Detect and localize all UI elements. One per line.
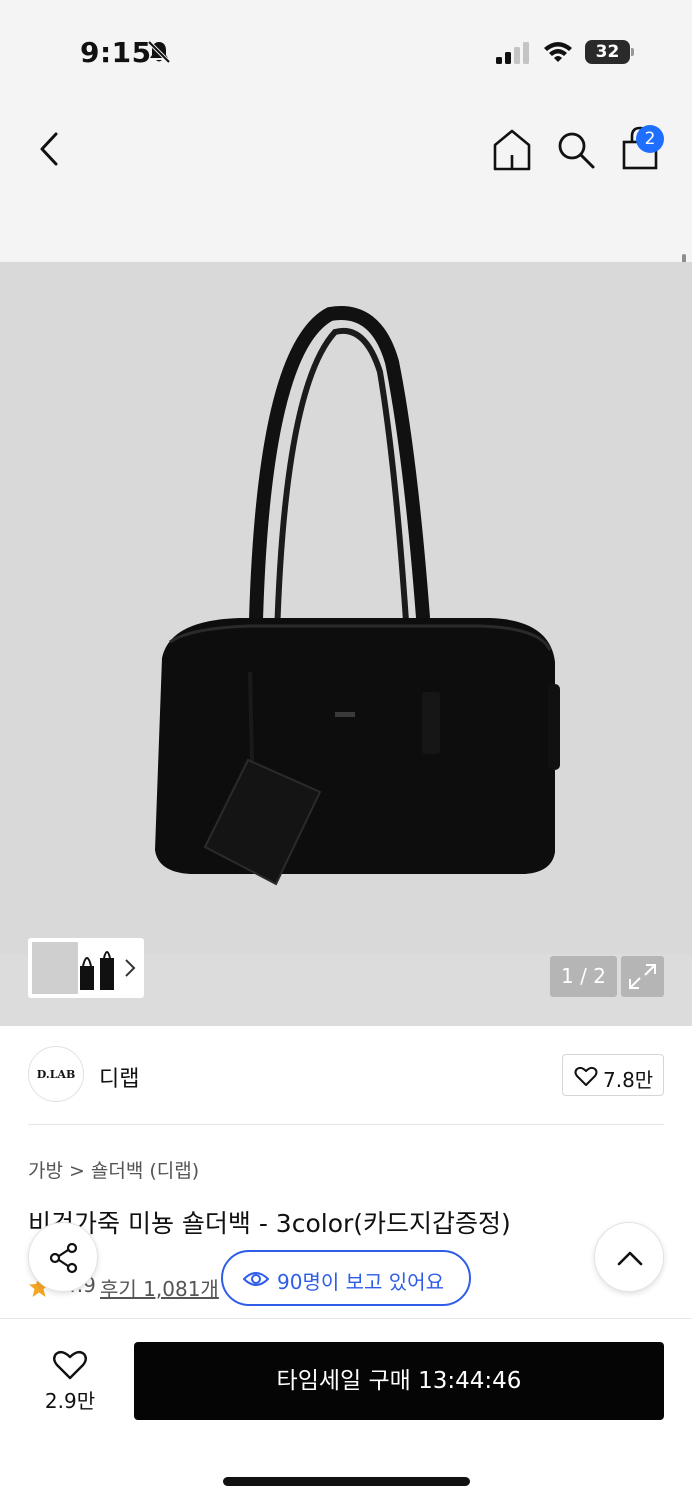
image-counter: 1 / 2 (550, 956, 617, 997)
battery-icon: 32 (585, 40, 635, 64)
status-bar: 9:15 32 (0, 0, 692, 100)
back-icon[interactable] (34, 130, 66, 168)
battery-level: 32 (585, 40, 630, 64)
wifi-icon (544, 42, 572, 62)
home-icon[interactable] (492, 128, 532, 172)
product-title: 비건가죽 미뇽 숄더백 - 3color(카드지갑증정) (28, 1209, 511, 1238)
share-button[interactable] (28, 1222, 98, 1292)
breadcrumb-separator: > (68, 1160, 85, 1182)
thumbnail-strip[interactable] (28, 938, 144, 998)
review-link[interactable]: 후기 1,081개 (100, 1273, 219, 1302)
divider (28, 1124, 664, 1125)
chevron-up-icon (617, 1251, 643, 1266)
product-image-gallery[interactable]: 1 / 2 (0, 262, 692, 1026)
brand-logo[interactable]: D.LAB (28, 1046, 84, 1102)
thumbnail-2[interactable] (80, 946, 116, 990)
eye-icon (243, 1272, 269, 1286)
search-icon[interactable] (556, 130, 596, 170)
brand-like-count: 7.8만 (603, 1068, 654, 1092)
signal-icon (496, 42, 529, 64)
brand-like-button[interactable]: 7.8만 (562, 1054, 664, 1096)
product-image (155, 306, 560, 886)
heart-icon[interactable] (52, 1349, 88, 1381)
share-icon (49, 1242, 78, 1274)
heart-icon (574, 1066, 598, 1086)
wish-count: 2.9만 (44, 1389, 96, 1413)
bell-off-icon (147, 40, 171, 64)
brand-name[interactable]: 디랩 (99, 1061, 139, 1093)
status-time: 9:15 (80, 36, 152, 69)
buy-button[interactable]: 타임세일 구매 13:44:46 (134, 1342, 664, 1420)
cart-badge: 2 (636, 125, 664, 153)
viewers-badge: 90명이 보고 있어요 (221, 1250, 471, 1306)
chevron-right-icon[interactable] (124, 958, 136, 978)
bottom-purchase-bar: 2.9만 타임세일 구매 13:44:46 (0, 1318, 692, 1500)
top-nav: 2 (0, 100, 692, 332)
thumbnail-1[interactable] (32, 942, 78, 994)
brand-row: D.LAB 디랩 7.8만 (0, 1026, 692, 1126)
breadcrumb-item[interactable]: 숄더백 (디랩) (91, 1156, 199, 1183)
expand-icon[interactable] (621, 956, 664, 997)
viewers-text: 90명이 보고 있어요 (277, 1270, 444, 1294)
breadcrumb-item[interactable]: 가방 (28, 1156, 63, 1183)
scroll-to-top-button[interactable] (594, 1222, 664, 1292)
breadcrumb: 가방 > 숄더백 (디랩) (28, 1156, 199, 1183)
home-indicator[interactable] (223, 1477, 470, 1486)
